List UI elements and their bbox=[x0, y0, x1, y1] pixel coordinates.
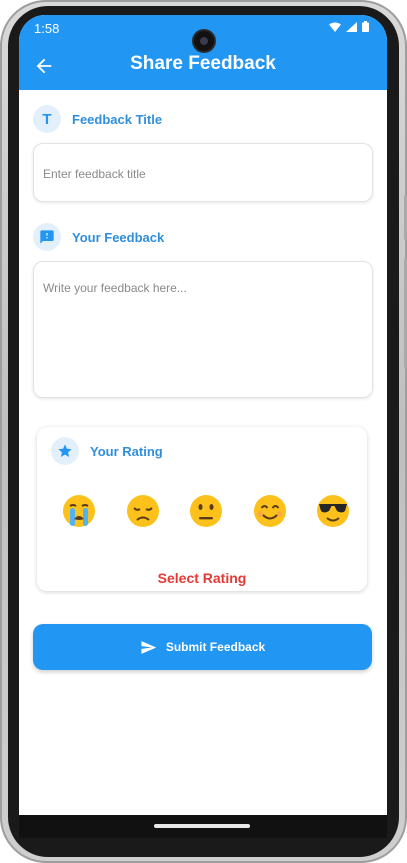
status-icons bbox=[329, 21, 369, 32]
rating-section-label: Your Rating bbox=[90, 443, 163, 459]
smiling-face-icon[interactable] bbox=[252, 493, 288, 529]
crying-face-icon[interactable] bbox=[61, 493, 97, 529]
title-section-label: Feedback Title bbox=[72, 111, 163, 127]
neutral-face-icon[interactable] bbox=[188, 493, 224, 529]
feedback-field-container bbox=[33, 261, 373, 398]
rating-section-header: Your Rating bbox=[51, 437, 163, 465]
signal-icon bbox=[346, 21, 357, 32]
feedback-section-label: Your Feedback bbox=[72, 229, 165, 245]
send-icon bbox=[141, 640, 157, 654]
feedback-section-header: Your Feedback bbox=[33, 223, 164, 251]
star-icon bbox=[51, 437, 79, 465]
feedback-title-input[interactable] bbox=[41, 166, 355, 182]
feedback-message-icon bbox=[33, 223, 61, 251]
feedback-textarea[interactable] bbox=[41, 279, 355, 383]
rating-card: Your Rating Select Rating bbox=[37, 427, 367, 591]
front-camera bbox=[194, 31, 214, 51]
app-bar: 1:58 Share Feedback bbox=[19, 15, 387, 90]
home-gesture-handle[interactable] bbox=[154, 824, 250, 828]
title-section-header: T Feedback Title bbox=[33, 105, 162, 133]
battery-icon bbox=[362, 21, 369, 32]
disappointed-face-icon[interactable] bbox=[125, 493, 161, 529]
text-title-icon: T bbox=[33, 105, 61, 133]
app-screen: 1:58 Share Feedback T Feedback Title Ent… bbox=[19, 15, 387, 838]
rating-options bbox=[61, 493, 351, 529]
wifi-icon bbox=[329, 22, 341, 32]
select-rating-prompt: Select Rating bbox=[157, 570, 247, 586]
submit-button-label: Submit Feedback bbox=[165, 640, 266, 654]
title-field-container bbox=[33, 143, 373, 202]
cool-face-icon[interactable] bbox=[315, 493, 351, 529]
submit-feedback-button[interactable]: Submit Feedback bbox=[33, 624, 372, 670]
status-time: 1:58 bbox=[34, 21, 60, 36]
system-navigation-bar bbox=[19, 815, 387, 838]
page-title: Share Feedback bbox=[130, 53, 276, 74]
